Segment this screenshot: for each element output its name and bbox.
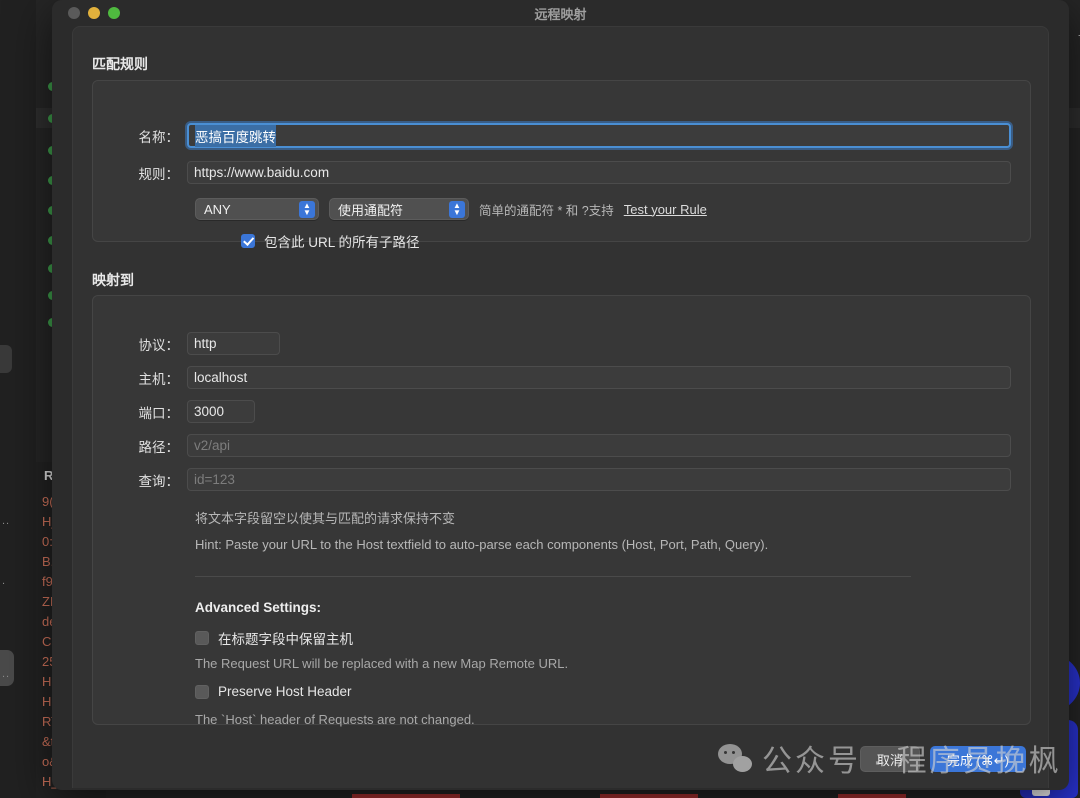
advanced-settings-heading: Advanced Settings:	[195, 600, 322, 615]
chevron-updown-icon: ▲ ▼	[449, 200, 465, 218]
zoom-button-icon[interactable]	[108, 7, 120, 19]
matcher-select-value: 使用通配符	[338, 202, 404, 218]
chevron-updown-icon: ▲ ▼	[299, 200, 315, 218]
host-input[interactable]: localhost	[187, 366, 1011, 389]
matcher-select[interactable]: 使用通配符 ▲ ▼	[329, 198, 469, 220]
rule-label: 规则：	[138, 166, 180, 182]
close-button-icon[interactable]	[68, 7, 80, 19]
query-input[interactable]: id=123	[187, 468, 1011, 491]
protocol-input[interactable]: http	[187, 332, 280, 355]
include-subpaths-row[interactable]: 包含此 URL 的所有子路径	[241, 231, 420, 251]
port-input[interactable]: 3000	[187, 400, 255, 423]
name-input-value: 恶搞百度跳转	[195, 124, 276, 147]
name-input[interactable]: 恶搞百度跳转	[187, 123, 1011, 148]
map-to-panel: 协议： http 主机： localhost 端口： 3000 路径： v2/a…	[92, 295, 1031, 727]
underline-marker	[600, 794, 698, 798]
underline-marker	[838, 794, 906, 798]
query-label: 查询：	[138, 473, 180, 489]
preserve-host-header-checkbox[interactable]	[195, 684, 209, 699]
underline-marker	[352, 794, 460, 798]
window-title: 远程映射	[534, 6, 587, 22]
match-rules-heading: 匹配规则	[92, 56, 148, 72]
overflow-dots-icon: ..	[2, 668, 11, 680]
method-select[interactable]: ANY ▲ ▼	[195, 198, 319, 220]
match-rules-panel: 名称： 恶搞百度跳转 规则： https://www.baidu.com ANY…	[92, 80, 1031, 250]
method-select-value: ANY	[204, 201, 231, 217]
keep-host-in-header-row[interactable]: 在标题字段中保留主机	[195, 628, 353, 648]
preserve-host-header-row[interactable]: Preserve Host Header	[195, 684, 352, 699]
port-label: 端口：	[138, 405, 180, 421]
protocol-label: 协议：	[138, 337, 180, 353]
traffic-light-group	[68, 7, 120, 19]
keep-host-in-header-label: 在标题字段中保留主机	[218, 632, 353, 647]
overflow-dots-icon: .	[2, 575, 7, 587]
background-left-rail: .. . ..	[0, 0, 36, 798]
map-to-note-en: Hint: Paste your URL to the Host textfie…	[195, 537, 769, 552]
minimize-button-icon[interactable]	[88, 7, 100, 19]
name-label: 名称：	[138, 129, 180, 145]
dialog-titlebar[interactable]: 远程映射	[52, 0, 1069, 26]
include-subpaths-checkbox[interactable]	[241, 234, 255, 248]
host-label: 主机：	[138, 371, 180, 387]
wildcard-hint: 简单的通配符 * 和 ?支持	[479, 203, 614, 218]
keep-host-in-header-description: The Request URL will be replaced with a …	[195, 656, 569, 671]
path-input[interactable]: v2/api	[187, 434, 1011, 457]
preserve-host-header-label: Preserve Host Header	[218, 684, 352, 699]
done-button[interactable]: 完成 (⌘↵)	[929, 746, 1026, 772]
remote-map-dialog: 远程映射 匹配规则 名称： 恶搞百度跳转 规则： https://www.bai…	[52, 0, 1069, 790]
map-to-heading: 映射到	[92, 272, 134, 288]
screen: ⇵≡ ⇵≡ ⇵≡ ⇵≡ ⇵≡ ⇵≡ ⇵≡ ⇵≡ ⇵≡ 寸向 .. . .. R …	[0, 0, 1080, 798]
cancel-button[interactable]: 取消	[859, 746, 920, 772]
keep-host-in-header-checkbox[interactable]	[195, 631, 209, 645]
rule-input[interactable]: https://www.baidu.com	[187, 161, 1011, 184]
include-subpaths-label: 包含此 URL 的所有子路径	[264, 235, 420, 250]
advanced-divider	[195, 576, 911, 577]
overflow-dots-icon: ..	[2, 515, 11, 527]
rail-pill	[0, 345, 12, 373]
preserve-host-header-description: The `Host` header of Requests are not ch…	[195, 712, 475, 727]
dialog-footer: 取消 完成 (⌘↵)	[859, 746, 1026, 772]
dialog-sheet: 匹配规则 名称： 恶搞百度跳转 规则： https://www.baidu.co…	[72, 26, 1049, 788]
map-to-note-cn: 将文本字段留空以使其与匹配的请求保持不变	[195, 511, 456, 526]
path-label: 路径：	[138, 439, 180, 455]
test-your-rule-link[interactable]: Test your Rule	[624, 202, 707, 217]
